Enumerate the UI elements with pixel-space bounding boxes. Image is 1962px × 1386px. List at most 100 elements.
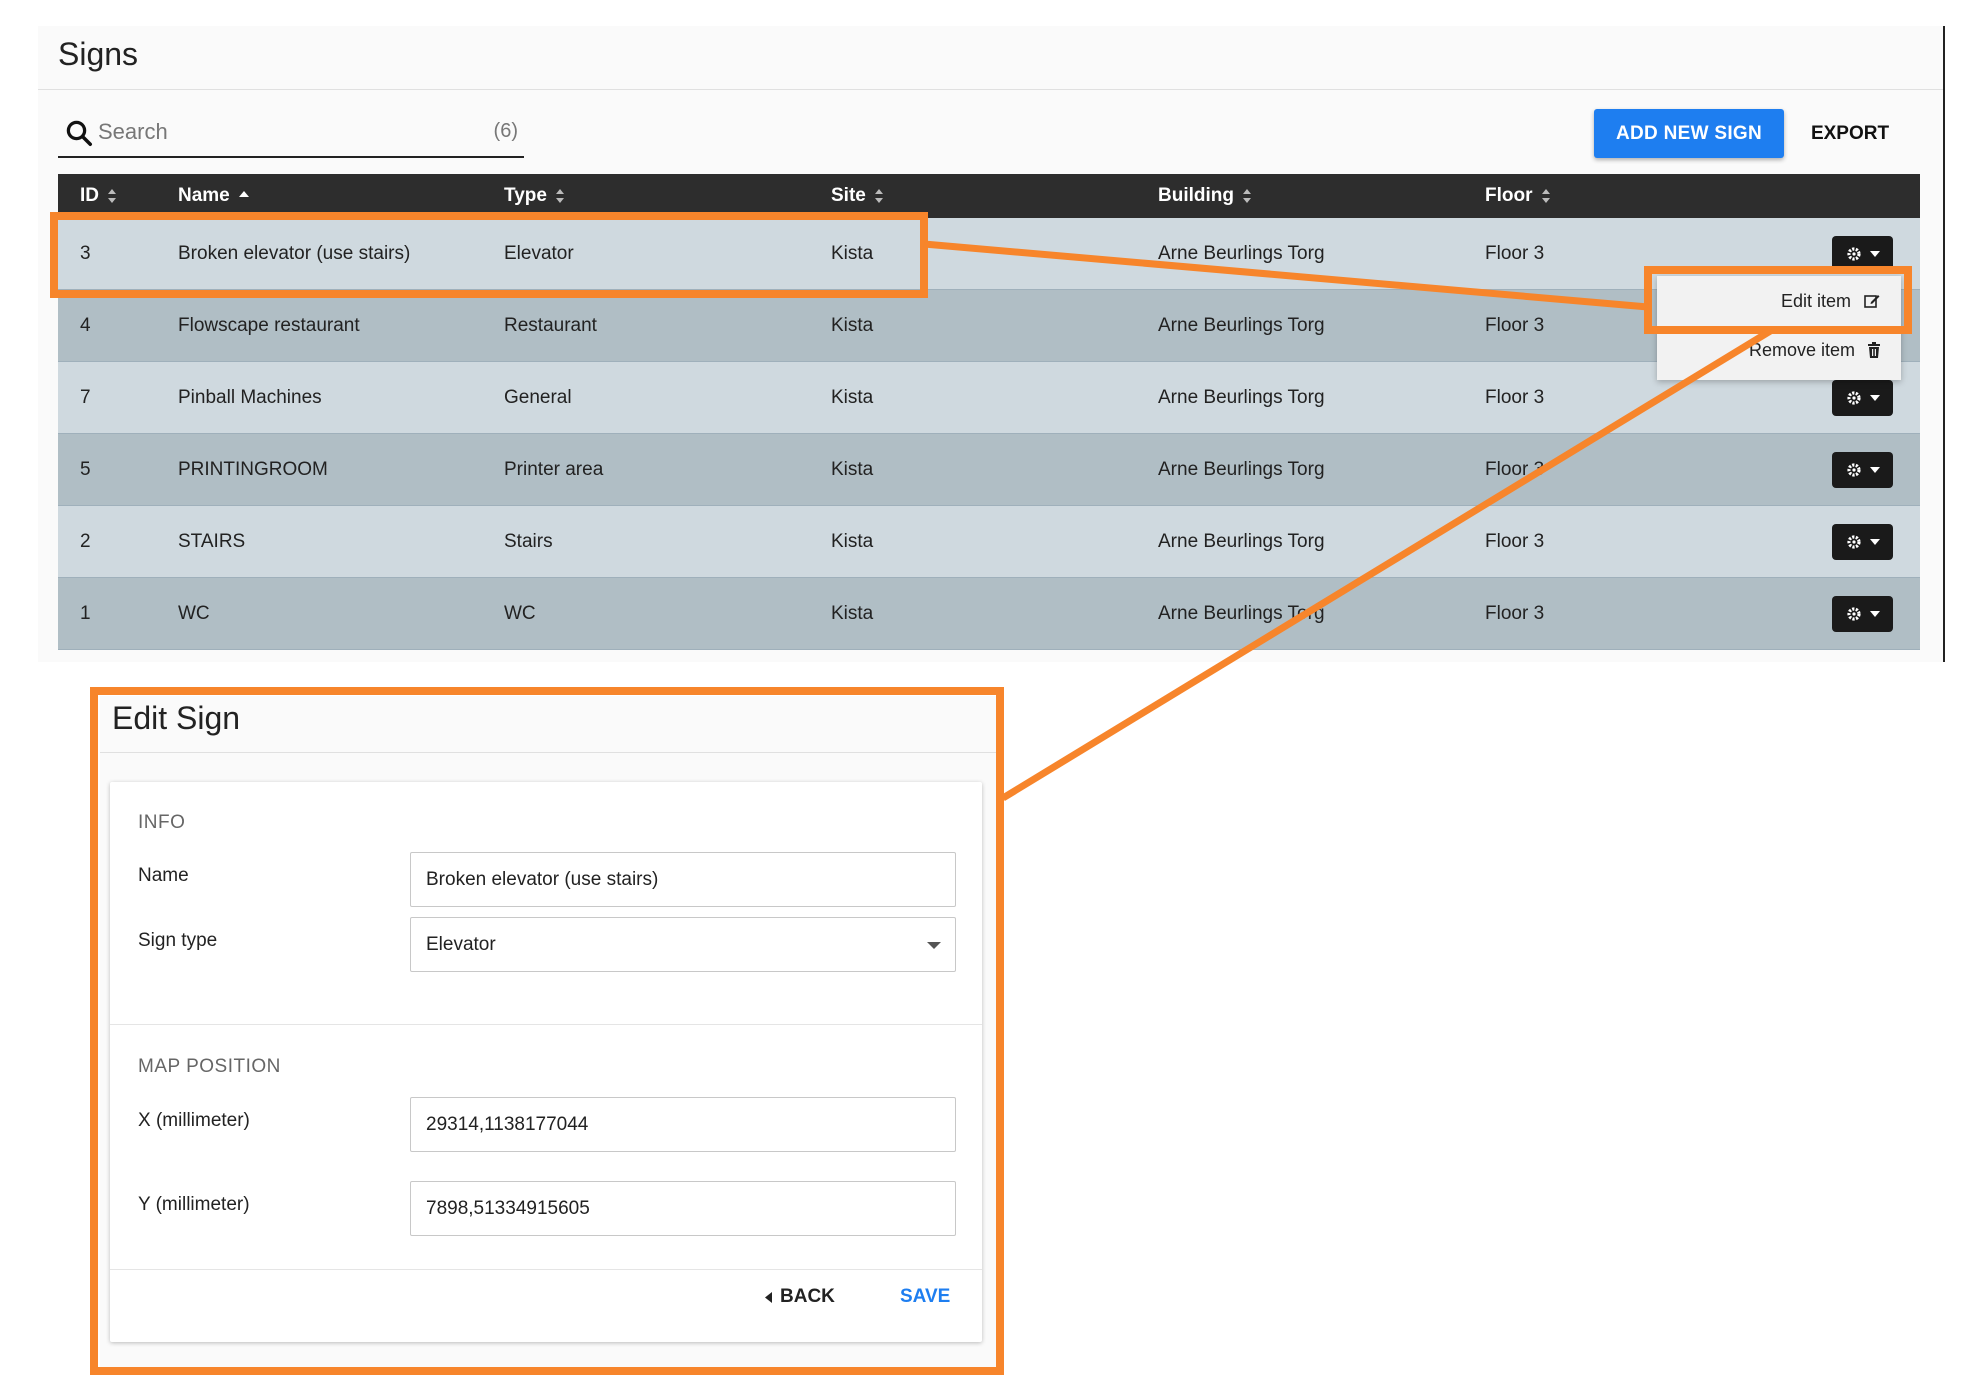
cell-type: General: [504, 387, 572, 408]
add-new-sign-button[interactable]: ADD NEW SIGN: [1594, 109, 1784, 158]
sign-type-label: Sign type: [138, 930, 218, 951]
cell-building: Arne Beurlings Torg: [1158, 531, 1325, 552]
cell-id: 7: [80, 387, 91, 408]
save-button[interactable]: SAVE: [900, 1286, 950, 1308]
name-label: Name: [138, 865, 189, 886]
chevron-down-icon: [927, 942, 941, 949]
y-field[interactable]: 7898,51334915605: [410, 1181, 956, 1236]
chevron-down-icon: [1869, 251, 1880, 257]
cell-floor: Floor 3: [1485, 315, 1545, 336]
cell-id: 3: [80, 243, 91, 264]
gear-icon: [1846, 463, 1861, 477]
cell-site: Kista: [831, 387, 874, 408]
table-row[interactable]: 1 WC WC Kista Arne Beurlings Torg Floor …: [58, 578, 1920, 650]
cell-site: Kista: [831, 603, 874, 624]
column-header-id[interactable]: ID: [80, 174, 117, 218]
table-row[interactable]: 7 Pinball Machines General Kista Arne Be…: [58, 362, 1920, 434]
cell-floor: Floor 3: [1485, 387, 1545, 408]
cell-floor: Floor 3: [1485, 459, 1545, 480]
title-bar: Signs: [38, 26, 1944, 90]
column-header-building[interactable]: Building: [1158, 174, 1252, 218]
cell-name: Pinball Machines: [178, 387, 322, 408]
cell-site: Kista: [831, 531, 874, 552]
table-row[interactable]: 3 Broken elevator (use stairs) Elevator …: [58, 218, 1920, 290]
cell-id: 2: [80, 531, 91, 552]
x-field[interactable]: 29314,1138177044: [410, 1097, 956, 1152]
x-label: X (millimeter): [138, 1110, 250, 1131]
cell-name: STAIRS: [178, 531, 246, 552]
cell-id: 4: [80, 315, 91, 336]
cell-type: Elevator: [504, 243, 574, 264]
sign-type-select[interactable]: Elevator: [410, 917, 956, 972]
cell-type: Stairs: [504, 531, 553, 552]
cell-name: WC: [178, 603, 210, 624]
cell-building: Arne Beurlings Torg: [1158, 387, 1325, 408]
search-icon: [66, 120, 92, 146]
cell-id: 1: [80, 603, 91, 624]
signs-table: ID Name Type Site Building Floor 3 Broke…: [58, 174, 1920, 650]
table-row[interactable]: 2 STAIRS Stairs Kista Arne Beurlings Tor…: [58, 506, 1920, 578]
table-row[interactable]: 5 PRINTINGROOM Printer area Kista Arne B…: [58, 434, 1920, 506]
table-header: ID Name Type Site Building Floor: [58, 174, 1920, 218]
gear-icon: [1846, 391, 1861, 405]
column-header-floor[interactable]: Floor: [1485, 174, 1551, 218]
cell-floor: Floor 3: [1485, 603, 1545, 624]
row-actions-button[interactable]: [1832, 236, 1893, 272]
sort-icon: [555, 189, 564, 203]
search-box[interactable]: (6): [58, 110, 524, 158]
column-header-name[interactable]: Name: [178, 174, 250, 218]
section-info-label: INFO: [138, 812, 186, 833]
panel-edge: [1943, 26, 1945, 662]
edit-icon: [1864, 295, 1880, 308]
search-input[interactable]: [98, 114, 458, 150]
sort-icon: [108, 189, 116, 203]
cell-building: Arne Beurlings Torg: [1158, 315, 1325, 336]
cell-building: Arne Beurlings Torg: [1158, 459, 1325, 480]
section-map-position-label: MAP POSITION: [138, 1056, 281, 1077]
chevron-down-icon: [1869, 467, 1880, 473]
divider: [100, 752, 998, 753]
gear-icon: [1846, 607, 1861, 621]
chevron-down-icon: [1869, 539, 1880, 545]
row-actions-menu: Edit item Remove item: [1657, 276, 1901, 380]
chevron-down-icon: [1869, 395, 1880, 401]
cell-building: Arne Beurlings Torg: [1158, 243, 1325, 264]
cell-id: 5: [80, 459, 91, 480]
cell-type: Restaurant: [504, 315, 597, 336]
chevron-down-icon: [1869, 611, 1880, 617]
edit-sign-title: Edit Sign: [112, 700, 241, 736]
result-count: (6): [493, 120, 518, 142]
cell-name: PRINTINGROOM: [178, 459, 328, 480]
trash-icon: [1868, 341, 1880, 358]
sort-icon: [1541, 189, 1550, 203]
export-button[interactable]: EXPORT: [1800, 109, 1900, 158]
page-title: Signs: [58, 36, 139, 72]
menu-item-remove[interactable]: Remove item: [1749, 330, 1881, 370]
cell-building: Arne Beurlings Torg: [1158, 603, 1325, 624]
y-label: Y (millimeter): [138, 1194, 250, 1215]
sort-ascending-icon: [238, 191, 249, 197]
cell-floor: Floor 3: [1485, 243, 1545, 264]
row-actions-button[interactable]: [1832, 596, 1893, 632]
table-row[interactable]: 4 Flowscape restaurant Restaurant Kista …: [58, 290, 1920, 362]
gear-icon: [1846, 247, 1861, 261]
cell-name: Broken elevator (use stairs): [178, 243, 411, 264]
row-actions-button[interactable]: [1832, 452, 1893, 488]
back-button[interactable]: BACK: [765, 1286, 835, 1308]
cell-site: Kista: [831, 459, 874, 480]
name-field[interactable]: Broken elevator (use stairs): [410, 852, 956, 907]
column-header-type[interactable]: Type: [504, 174, 565, 218]
sort-icon: [1242, 189, 1251, 203]
cell-site: Kista: [831, 243, 874, 264]
edit-sign-panel: Edit Sign INFO Name Broken elevator (use…: [100, 696, 998, 1368]
section-divider: [110, 1024, 982, 1025]
gear-icon: [1846, 535, 1861, 549]
menu-item-edit[interactable]: Edit item: [1781, 281, 1881, 321]
row-actions-button[interactable]: [1832, 524, 1893, 560]
chevron-left-icon: [765, 1291, 772, 1303]
column-header-site[interactable]: Site: [831, 174, 884, 218]
footer-divider: [110, 1269, 982, 1270]
cell-type: Printer area: [504, 459, 604, 480]
row-actions-button[interactable]: [1832, 380, 1893, 416]
sort-icon: [874, 189, 883, 203]
